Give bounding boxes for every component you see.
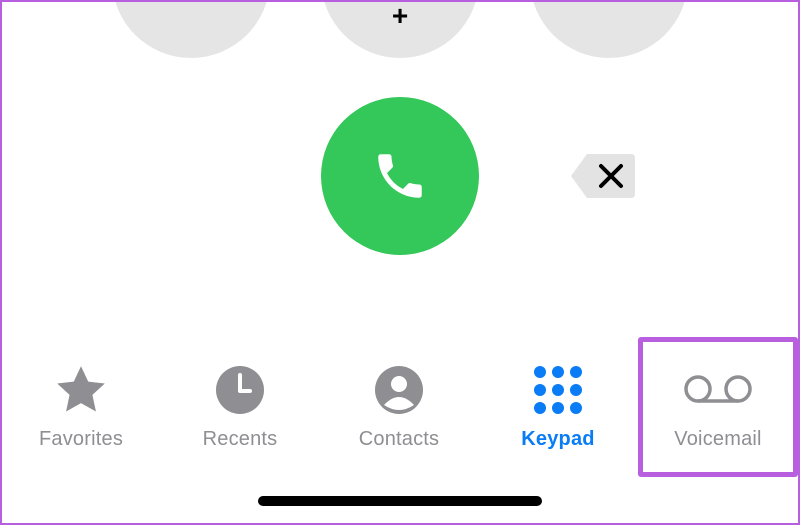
delete-button[interactable] <box>569 152 637 200</box>
keypad-key-hash[interactable] <box>530 0 688 58</box>
star-icon <box>57 366 105 412</box>
tab-label: Voicemail <box>674 428 762 450</box>
voicemail-icon <box>684 375 752 403</box>
keypad-key-zero[interactable]: + <box>321 0 479 58</box>
clock-icon <box>216 366 264 414</box>
tab-label: Recents <box>202 428 278 450</box>
keypad-key-star[interactable] <box>112 0 270 58</box>
backspace-icon <box>571 154 635 198</box>
keypad-key-plus-label: + <box>391 0 409 31</box>
tab-voicemail[interactable]: Voicemail <box>643 360 793 460</box>
call-button[interactable] <box>321 97 479 255</box>
tab-label: Favorites <box>38 428 124 450</box>
tab-contacts[interactable]: Contacts <box>324 360 474 460</box>
tab-favorites[interactable]: Favorites <box>6 360 156 460</box>
tab-label: Contacts <box>358 428 440 450</box>
home-indicator[interactable] <box>258 496 542 506</box>
phone-icon <box>378 154 422 198</box>
tab-keypad[interactable]: Keypad <box>483 360 633 460</box>
keypad-icon <box>534 366 582 414</box>
tab-label: Keypad <box>521 428 595 450</box>
person-icon <box>375 366 423 414</box>
tab-recents[interactable]: Recents <box>165 360 315 460</box>
